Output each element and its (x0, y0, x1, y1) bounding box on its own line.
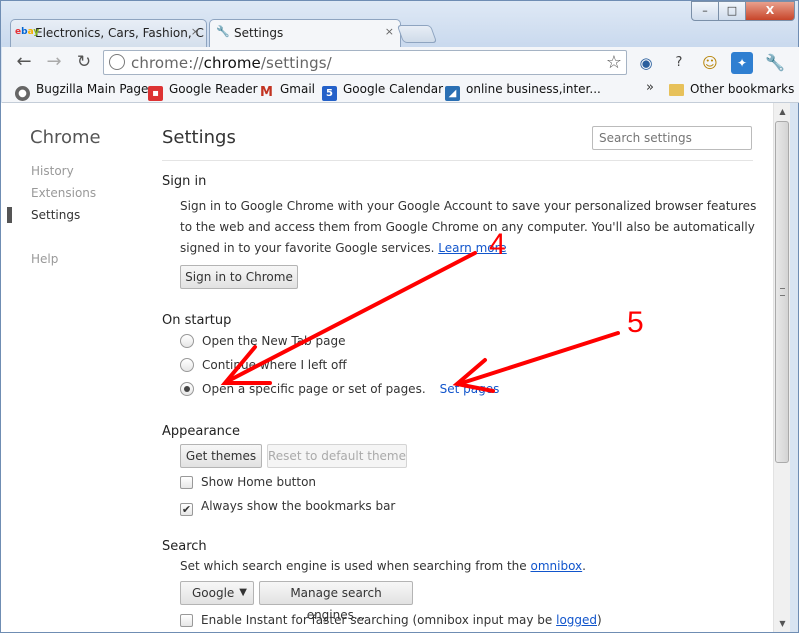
signin-heading: Sign in (162, 174, 207, 189)
search-settings-input[interactable] (592, 126, 752, 150)
enable-instant-checkbox-row[interactable]: Enable Instant for faster searching (omn… (180, 613, 602, 627)
omnibox[interactable]: chrome://chrome/settings/ ☆ (103, 50, 627, 75)
scroll-down-arrow-icon[interactable]: ▼ (774, 615, 791, 632)
reset-theme-button[interactable]: Reset to default theme (267, 444, 407, 468)
tab-label: Settings (234, 26, 284, 40)
learn-more-link[interactable]: Learn more (438, 241, 506, 255)
sidebar-item-extensions[interactable]: Extensions (31, 186, 96, 200)
blue-extension-icon[interactable]: ✦ (731, 52, 753, 74)
tab-close-icon[interactable]: × (385, 25, 394, 38)
selected-marker (7, 207, 12, 223)
search-engine-select[interactable]: Google ▼ (180, 581, 254, 605)
close-window-button[interactable]: X (745, 1, 795, 21)
window-border (790, 103, 798, 632)
gmail-icon: M (260, 85, 273, 100)
maximize-button[interactable]: □ (718, 1, 746, 21)
bugzilla-icon: ● (15, 86, 30, 101)
set-pages-link[interactable]: Set pages (440, 382, 500, 396)
minimize-button[interactable]: – (691, 1, 719, 21)
radio-button-selected[interactable] (180, 382, 194, 396)
wrench-menu-icon[interactable]: 🔧 (764, 52, 786, 74)
tab-label: Electronics, Cars, Fashion, C (35, 26, 204, 40)
reload-icon[interactable]: ↻ (72, 51, 96, 75)
globe-extension-icon[interactable]: ◉ (635, 52, 657, 74)
appearance-heading: Appearance (162, 424, 241, 439)
tab-close-icon[interactable]: × (191, 25, 200, 38)
toolbar: ← → ↻ chrome://chrome/settings/ ☆ ◉ ? ☺ … (2, 47, 799, 79)
bookmarks-bar: ● Bugzilla Main Page ▪ Google Reader M Gmai… (2, 79, 799, 103)
scroll-thumb[interactable] (775, 121, 789, 463)
help-extension-icon[interactable]: ? (668, 52, 690, 74)
checkbox[interactable] (180, 614, 193, 627)
settings-page: Chrome History Extensions Settings Help … (1, 103, 773, 632)
new-tab-button[interactable] (396, 25, 438, 43)
omnibox-link[interactable]: omnibox (531, 559, 583, 573)
checkbox[interactable] (180, 476, 193, 489)
radio-button[interactable] (180, 334, 194, 348)
logged-link[interactable]: logged (556, 613, 597, 627)
search-description: Set which search engine is used when sea… (180, 559, 586, 573)
bookmark-online-business[interactable]: ◢ online business,inter... (445, 82, 601, 101)
back-arrow-icon[interactable]: ← (12, 51, 36, 75)
grip-icon (780, 288, 785, 296)
more-bookmarks-chevron-icon[interactable]: » (646, 80, 654, 95)
show-home-checkbox-row[interactable]: Show Home button (180, 475, 316, 489)
sidebar-title: Chrome (30, 127, 101, 148)
scroll-up-arrow-icon[interactable]: ▲ (774, 103, 791, 120)
forward-arrow-icon[interactable]: → (42, 51, 66, 75)
show-bookmarks-checkbox-row[interactable]: ✔ Always show the bookmarks bar (180, 499, 395, 516)
tab-settings[interactable]: 🔧 Settings × (209, 19, 401, 48)
sign-in-button[interactable]: Sign in to Chrome (180, 265, 298, 289)
startup-option-continue[interactable]: Continue where I left off (180, 358, 347, 372)
checkbox-checked[interactable]: ✔ (180, 503, 193, 516)
page-title: Settings (162, 127, 236, 148)
bookmark-page-icon: ◢ (445, 86, 460, 101)
startup-option-specific-pages[interactable]: Open a specific page or set of pages. Set… (180, 382, 499, 396)
bookmark-google-calendar[interactable]: 5 Google Calendar (322, 82, 443, 101)
startup-option-new-tab[interactable]: Open the New Tab page (180, 334, 345, 348)
title-bar: ebay Electronics, Cars, Fashion, C × 🔧 S… (1, 1, 798, 48)
signin-description: Sign in to Google Chrome with your Googl… (180, 199, 757, 255)
bookmark-google-reader[interactable]: ▪ Google Reader (148, 82, 258, 101)
ebay-icon: ebay (15, 27, 40, 37)
other-bookmarks[interactable]: Other bookmarks (669, 82, 794, 96)
search-heading: Search (162, 539, 207, 554)
bookmark-star-icon[interactable]: ☆ (606, 52, 622, 73)
dropdown-caret-icon: ▼ (239, 587, 247, 598)
page-globe-icon (109, 54, 125, 70)
folder-icon (669, 84, 684, 96)
calendar-icon: 5 (322, 86, 337, 101)
manage-search-engines-button[interactable]: Manage search engines... (259, 581, 413, 622)
get-themes-button[interactable]: Get themes (180, 444, 262, 468)
bookmark-bugzilla[interactable]: ● Bugzilla Main Page (15, 82, 148, 101)
radio-button[interactable] (180, 358, 194, 372)
title-divider (162, 160, 753, 161)
wrench-icon: 🔧 (216, 25, 230, 38)
google-reader-icon: ▪ (148, 86, 163, 101)
vertical-scrollbar[interactable]: ▲ ▼ (773, 103, 790, 632)
sidebar-item-help[interactable]: Help (31, 252, 58, 266)
startup-heading: On startup (162, 313, 232, 328)
bookmark-gmail[interactable]: M Gmail (259, 82, 315, 100)
tab-ebay[interactable]: ebay Electronics, Cars, Fashion, C × (10, 19, 207, 47)
url-text[interactable]: chrome://chrome/settings/ (131, 54, 332, 72)
sidebar-item-history[interactable]: History (31, 164, 74, 178)
sidebar-item-settings[interactable]: Settings (31, 208, 80, 222)
smiley-extension-icon[interactable]: ☺ (699, 52, 721, 74)
